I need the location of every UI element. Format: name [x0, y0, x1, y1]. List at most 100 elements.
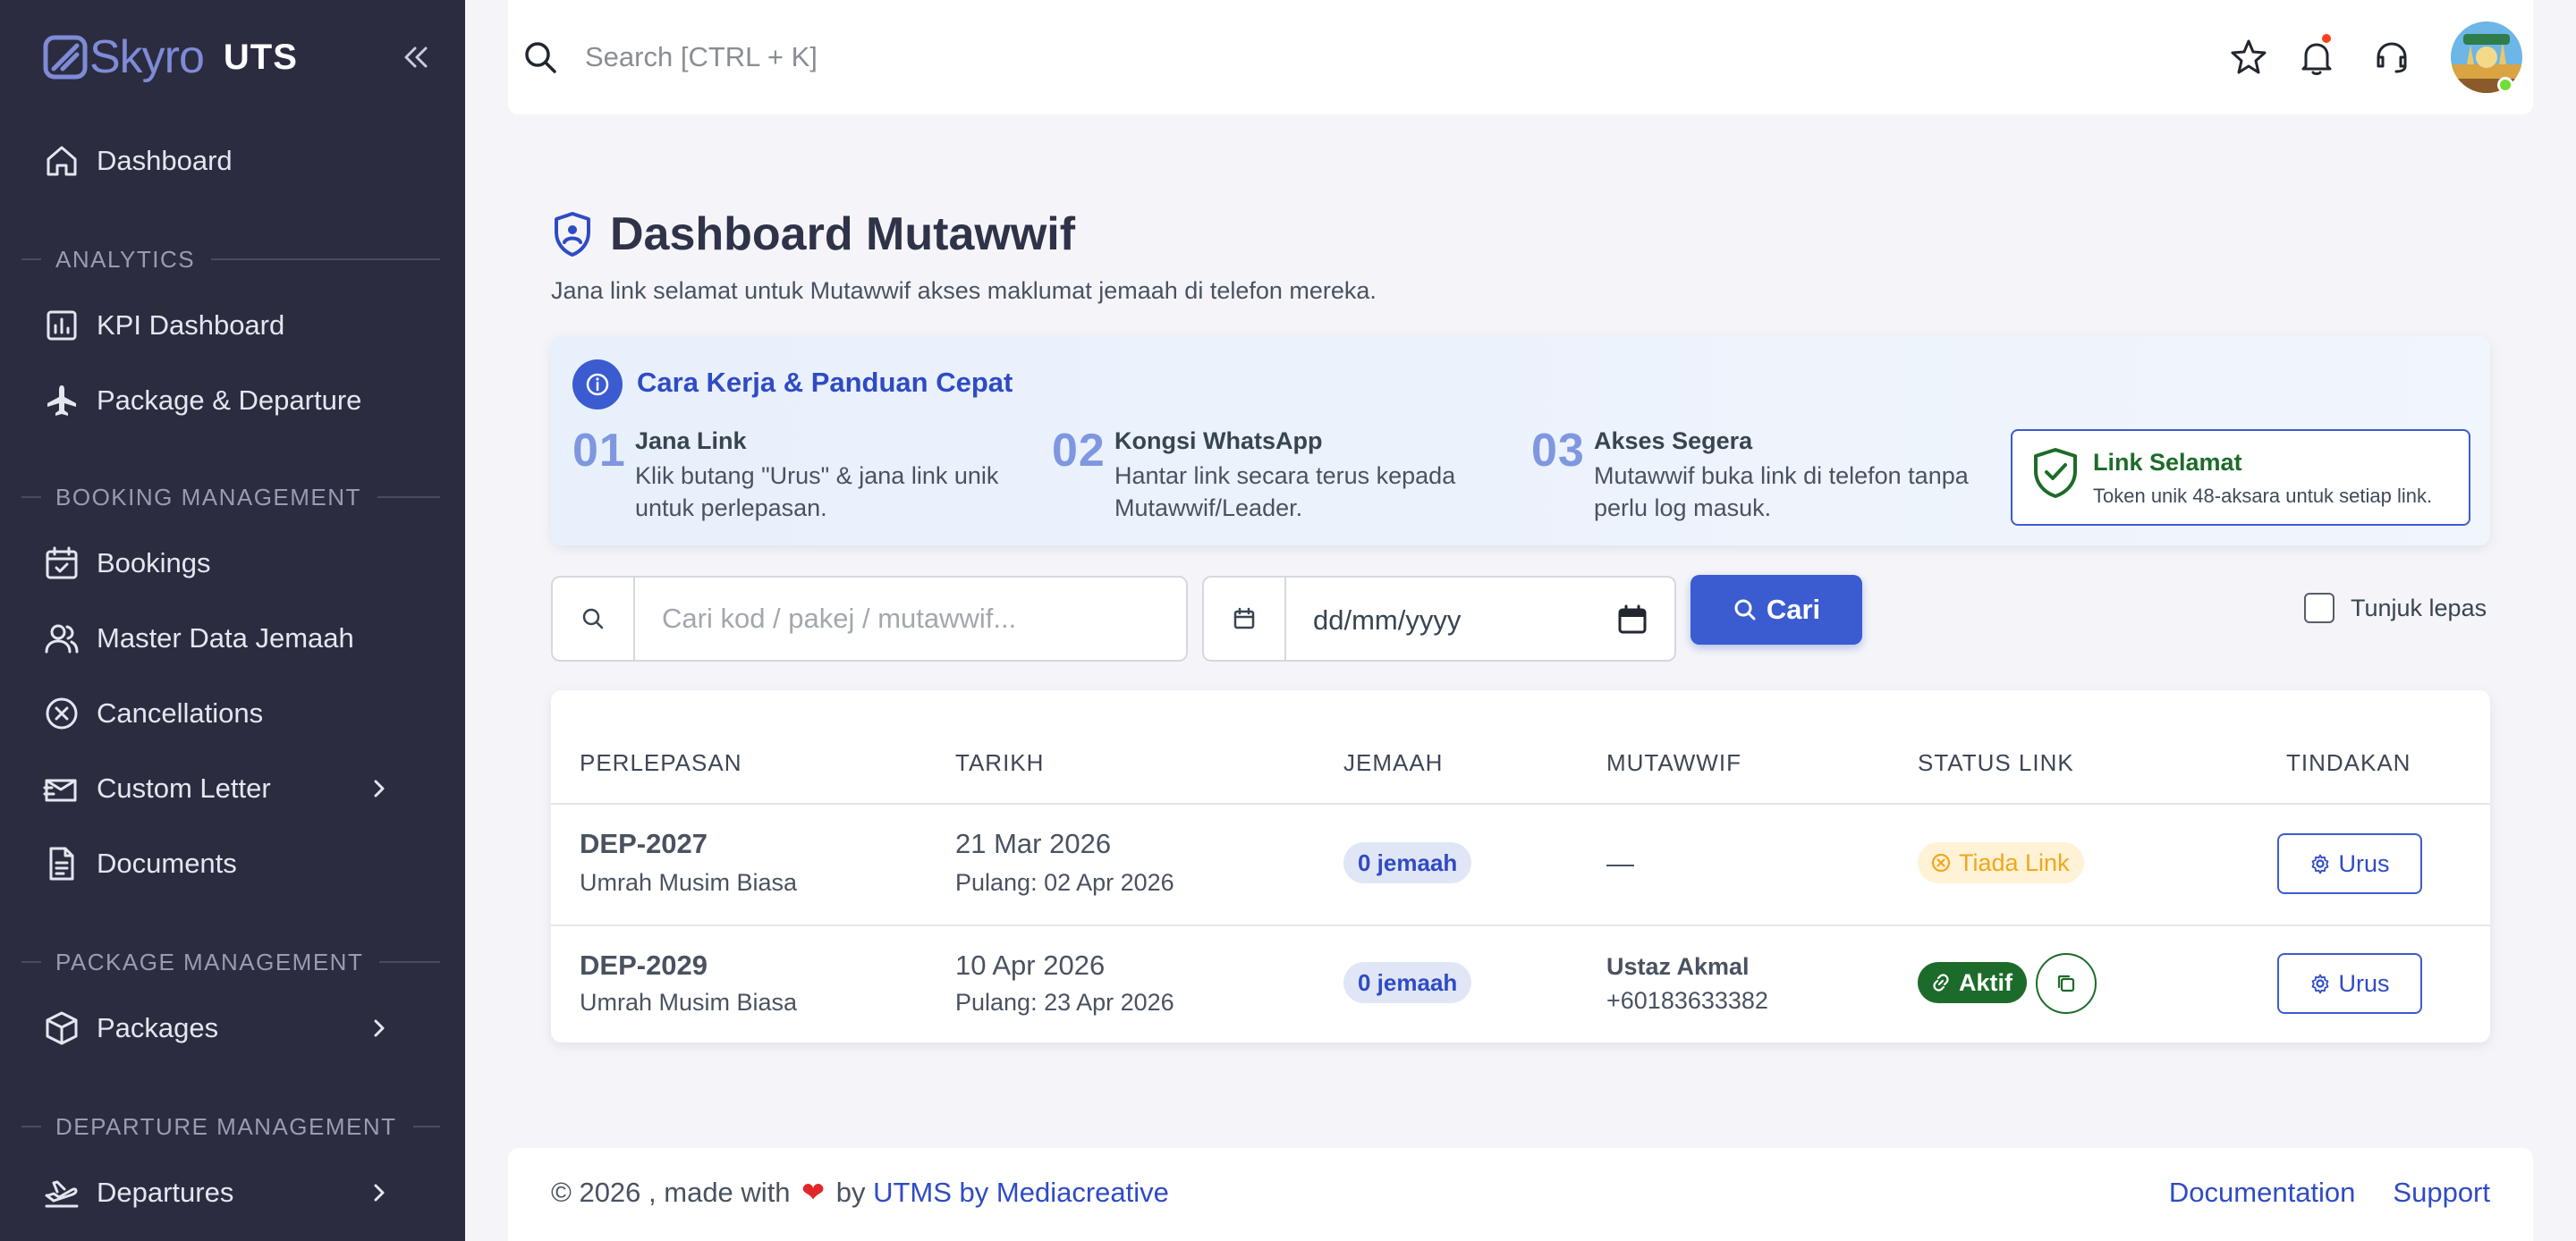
departures-table: PERLEPASAN TARIKH JEMAAH MUTAWWIF STATUS…: [551, 690, 2490, 1043]
sidebar-section-label: PACKAGE MANAGEMENT: [55, 948, 364, 975]
support-button[interactable]: [2370, 36, 2413, 79]
date-filter-group: dd/mm/yyyy: [1202, 576, 1676, 662]
show-past-checkbox[interactable]: [2304, 593, 2334, 623]
copy-link-button[interactable]: [2036, 953, 2097, 1014]
sidebar-item-departures[interactable]: Departures: [43, 1166, 436, 1220]
sidebar-section-booking: BOOKING MANAGEMENT: [21, 479, 440, 515]
sidebar-item-documents[interactable]: Documents: [43, 837, 436, 891]
calendar-picker-icon[interactable]: [1617, 604, 1648, 635]
headset-icon: [2377, 42, 2407, 73]
secure-link-notice: Link Selamat Token unik 48-aksara untuk …: [2011, 429, 2470, 526]
step-number: 03: [1531, 425, 1585, 477]
departure-code: DEP-2027: [580, 828, 708, 859]
search-icon: [525, 42, 556, 73]
status-badge-label: Aktif: [1959, 968, 2012, 996]
guide-badge: [572, 359, 623, 409]
sidebar-item-dashboard[interactable]: Dashboard: [43, 134, 436, 188]
jemaah-count-badge: 0 jemaah: [1343, 962, 1472, 1003]
sidebar-item-cancellations[interactable]: Cancellations: [43, 687, 436, 740]
document-icon: [49, 847, 74, 881]
sidebar-item-label: Dashboard: [97, 145, 233, 176]
shield-user-icon: [555, 212, 590, 257]
bar-chart-icon: [47, 310, 77, 341]
manage-button-label: Urus: [2338, 969, 2390, 997]
manage-button[interactable]: Urus: [2277, 833, 2422, 894]
sidebar-item-label: Master Data Jemaah: [97, 622, 354, 654]
guide-title: Cara Kerja & Panduan Cepat: [637, 367, 1013, 398]
search-filter-group: [551, 576, 1188, 662]
chevron-right-icon: [374, 1184, 385, 1202]
gear-icon: [2312, 974, 2329, 994]
footer-brand-link[interactable]: UTMS by Mediacreative: [873, 1177, 1169, 1209]
step-title: Jana Link: [635, 427, 747, 454]
sidebar-item-bookings[interactable]: Bookings: [43, 536, 436, 590]
departure-date: 21 Mar 2026: [955, 828, 1112, 859]
sidebar-item-kpi-dashboard[interactable]: KPI Dashboard: [43, 299, 436, 352]
info-icon: [586, 373, 609, 396]
footer-link-support[interactable]: Support: [2393, 1177, 2490, 1209]
sidebar-item-label: Custom Letter: [97, 772, 271, 804]
manage-button[interactable]: Urus: [2277, 953, 2422, 1014]
search-addon: [553, 578, 635, 660]
date-input[interactable]: dd/mm/yyyy: [1286, 578, 1674, 660]
brand-logo[interactable]: Skyro UTS: [43, 29, 298, 86]
chevron-right-icon: [374, 1019, 385, 1037]
show-past-toggle[interactable]: Tunjuk lepas: [2304, 590, 2487, 626]
collapse-sidebar-button[interactable]: [397, 39, 433, 75]
return-date: Pulang: 23 Apr 2026: [955, 989, 1174, 1016]
calendar-icon: [1233, 607, 1255, 629]
column-header: STATUS LINK: [1918, 749, 2074, 776]
status-badge-active: Aktif: [1918, 962, 2027, 1003]
column-header: JEMAAH: [1343, 749, 1444, 776]
mutawwif-name: —: [1606, 848, 1634, 879]
double-chevron-left-icon: [404, 46, 428, 68]
sidebar-section-package: PACKAGE MANAGEMENT: [21, 944, 440, 980]
status-badge-label: Tiada Link: [1959, 848, 2070, 876]
step-text: Klik butang "Urus" & jana link unik untu…: [635, 462, 999, 521]
copy-icon: [2057, 975, 2075, 992]
global-search-input[interactable]: [585, 30, 1390, 84]
sidebar-item-packages[interactable]: Packages: [43, 1001, 436, 1055]
star-icon: [2231, 39, 2267, 74]
sidebar-item-master-data-jemaah[interactable]: Master Data Jemaah: [43, 612, 436, 665]
footer-link-documentation[interactable]: Documentation: [2169, 1177, 2356, 1209]
package-box-icon: [46, 1011, 78, 1045]
page-header: Dashboard Mutawwif: [551, 200, 1075, 268]
page-subtitle: Jana link selamat untuk Mutawwif akses m…: [551, 277, 1377, 304]
departure-code: DEP-2029: [580, 950, 708, 981]
x-circle-icon: [46, 697, 78, 730]
departure-date: 10 Apr 2026: [955, 950, 1106, 981]
column-header: PERLEPASAN: [580, 749, 742, 776]
heart-icon: ❤: [801, 1177, 826, 1208]
sidebar-item-label: Package & Departure: [97, 384, 362, 416]
gear-icon: [2312, 854, 2329, 874]
sidebar-item-package-departure[interactable]: Package & Departure: [43, 374, 436, 427]
step-text: Mutawwif buka link di telefon tanpa perl…: [1594, 462, 1969, 521]
sidebar-section-label: BOOKING MANAGEMENT: [55, 483, 361, 511]
column-header: TARIKH: [955, 749, 1045, 776]
shield-check-icon: [2034, 448, 2077, 498]
search-icon: [582, 608, 604, 629]
favorites-button[interactable]: [2227, 36, 2270, 79]
sidebar-section-analytics: ANALYTICS: [21, 241, 440, 277]
notifications-button[interactable]: [2295, 32, 2338, 79]
footer: © 2026 , made with ❤ by UTMS by Mediacre…: [508, 1148, 2533, 1241]
footer-prefix: © 2026 , made with: [551, 1177, 799, 1208]
sidebar-item-label: Bookings: [97, 547, 211, 578]
secure-link-title: Link Selamat: [2093, 449, 2242, 476]
sidebar-item-custom-letter[interactable]: Custom Letter: [43, 762, 436, 815]
search-icon: [1734, 599, 1756, 620]
plane-departure-icon: [45, 1180, 79, 1208]
link-icon: [1933, 974, 1949, 992]
package-name: Umrah Musim Biasa: [580, 869, 798, 896]
airplane-icon: [47, 385, 76, 416]
manage-button-label: Urus: [2338, 849, 2390, 877]
sidebar-item-label: Packages: [97, 1012, 219, 1043]
step-title: Akses Segera: [1594, 427, 1753, 454]
sidebar-item-label: Cancellations: [97, 697, 264, 729]
departure-search-input[interactable]: [635, 578, 1186, 660]
mutawwif-name: Ustaz Akmal: [1606, 953, 1750, 980]
footer-by: by: [828, 1177, 874, 1208]
search-button[interactable]: Cari: [1690, 575, 1862, 645]
mutawwif-phone: +60183633382: [1606, 987, 1768, 1014]
